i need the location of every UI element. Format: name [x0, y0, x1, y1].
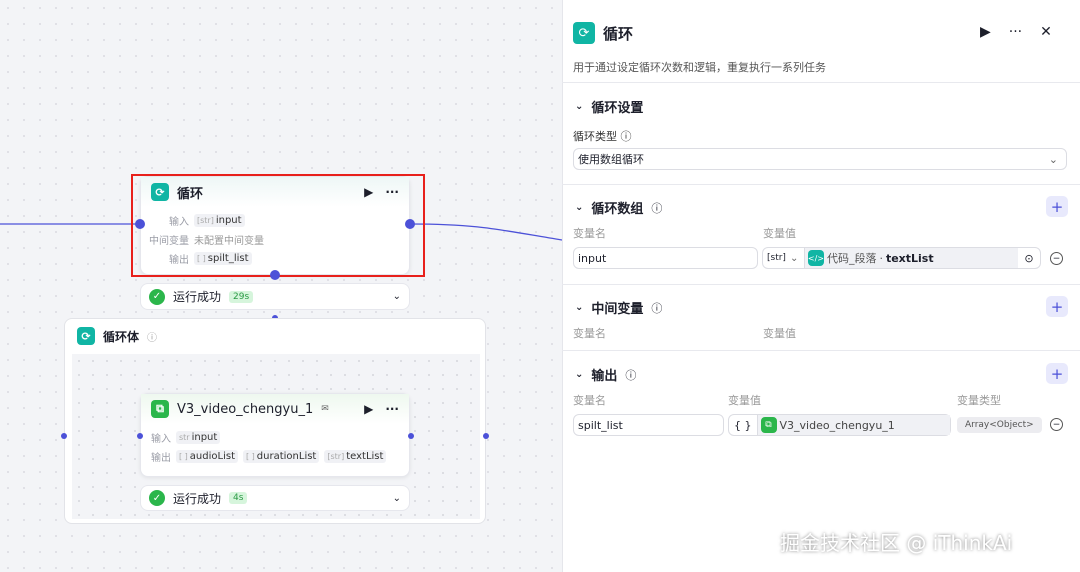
info-icon: ⓘ	[651, 201, 663, 215]
edge-out	[409, 223, 562, 241]
code-icon: </>	[808, 250, 824, 266]
loop-type-label: 循环类型 ⓘ	[573, 130, 632, 143]
port-in[interactable]	[135, 219, 145, 229]
target-icon[interactable]: ⊙	[1018, 252, 1040, 265]
sub-workflow-node[interactable]: ⧉ V3_video_chengyu_1 ✉ ▶ ··· 输入 str input 输…	[140, 393, 410, 477]
section-mid-vars[interactable]: ⌄ 中间变量 ⓘ	[575, 298, 663, 318]
input-tag: str input	[176, 431, 221, 444]
value-header: 变量值	[763, 227, 796, 240]
run-icon[interactable]: ▶	[364, 402, 373, 416]
sub-status-bar[interactable]: ✓ 运行成功 4s ⌄	[140, 485, 410, 511]
chevron-down-icon[interactable]: ⌄	[393, 493, 401, 504]
value-header: 变量值	[728, 394, 761, 407]
workflow-icon: ⧉	[151, 400, 169, 418]
add-array-button[interactable]: +	[1046, 196, 1068, 217]
loop-type-select[interactable]: 使用数组循环 ⌄	[573, 148, 1067, 170]
status-text: 运行成功	[173, 290, 222, 304]
port-in[interactable]	[137, 433, 143, 439]
name-header: 变量名	[573, 394, 606, 407]
info-icon: ⓘ	[620, 130, 632, 143]
info-icon[interactable]: ⓘ	[147, 329, 157, 344]
close-icon[interactable]: ✕	[1040, 24, 1052, 40]
type-header: 变量类型	[957, 394, 1001, 407]
divider	[562, 284, 1080, 285]
time-badge: 4s	[229, 492, 248, 504]
object-icon: { }	[734, 418, 752, 432]
chevron-down-icon: ⌄	[575, 369, 584, 380]
body-port-in	[61, 433, 67, 439]
watermark: 掘金技术社区 @ iThinkAi	[780, 531, 1013, 555]
output-tag: [ ] audioList	[176, 450, 238, 463]
port-out[interactable]	[405, 219, 415, 229]
array-value-input[interactable]: [str] ⌄ </> 代码_段落 · textList ⊙	[762, 247, 1041, 269]
name-header: 变量名	[573, 327, 606, 340]
sub-node-title: V3_video_chengyu_1	[177, 401, 314, 417]
remove-icon[interactable]: −	[1050, 418, 1063, 431]
success-icon: ✓	[149, 288, 165, 305]
output-tag: [str] textList	[324, 450, 387, 463]
output-tag: [ ] durationList	[243, 450, 320, 463]
remove-icon[interactable]: −	[1050, 252, 1063, 265]
workflow-icon: ⧉	[760, 417, 777, 433]
divider	[562, 184, 1080, 185]
output-type-badge: Array<Object>	[957, 417, 1042, 433]
loop-icon: ⟳	[77, 327, 95, 345]
array-name-input[interactable]: input	[573, 247, 758, 269]
value-header: 变量值	[763, 327, 796, 340]
more-icon[interactable]: ···	[385, 402, 399, 416]
type-select: [str]	[767, 253, 786, 263]
name-header: 变量名	[573, 227, 606, 240]
output-label: 输出	[151, 453, 171, 464]
loop-icon: ⟳	[573, 22, 595, 44]
chevron-down-icon: ⌄	[575, 101, 584, 112]
chevron-down-icon: ⌄	[575, 302, 584, 313]
chevron-down-icon: ⌄	[1048, 152, 1058, 166]
section-loop-array[interactable]: ⌄ 循环数组 ⓘ	[575, 198, 663, 218]
output-name-input[interactable]: spilt_list	[573, 414, 724, 436]
info-icon: ⓘ	[625, 368, 637, 382]
info-icon: ⓘ	[651, 301, 663, 315]
input-label: 输入	[151, 434, 171, 445]
time-badge: 29s	[229, 290, 254, 303]
loop-settings-panel	[562, 0, 1080, 572]
chevron-down-icon: ⌄	[575, 202, 584, 213]
chevron-down-icon[interactable]: ⌄	[393, 291, 401, 302]
highlight-box	[131, 174, 425, 277]
port-body[interactable]	[270, 270, 280, 280]
more-icon[interactable]: ···	[1009, 24, 1022, 40]
add-output-button[interactable]: +	[1046, 363, 1068, 384]
section-output[interactable]: ⌄ 输出 ⓘ	[575, 365, 637, 385]
body-port-out	[483, 433, 489, 439]
panel-description: 用于通过设定循环次数和逻辑，重复执行一系列任务	[573, 61, 826, 74]
port-out[interactable]	[408, 433, 414, 439]
run-icon[interactable]: ▶	[980, 24, 991, 40]
tag-icon: ✉	[321, 404, 329, 414]
chevron-down-icon: ⌄	[789, 252, 799, 264]
success-icon: ✓	[149, 490, 165, 506]
divider	[562, 350, 1080, 351]
status-text: 运行成功	[173, 491, 222, 506]
output-value-input[interactable]: { } ⧉ V3_video_chengyu_1	[728, 414, 951, 436]
loop-status-bar[interactable]: ✓ 运行成功 29s ⌄	[140, 283, 410, 310]
loop-body-title: 循环体	[103, 329, 140, 344]
section-loop-settings[interactable]: ⌄ 循环设置	[575, 97, 643, 116]
add-mid-button[interactable]: +	[1046, 296, 1068, 317]
panel-title: 循环	[603, 24, 634, 43]
divider	[562, 82, 1080, 83]
